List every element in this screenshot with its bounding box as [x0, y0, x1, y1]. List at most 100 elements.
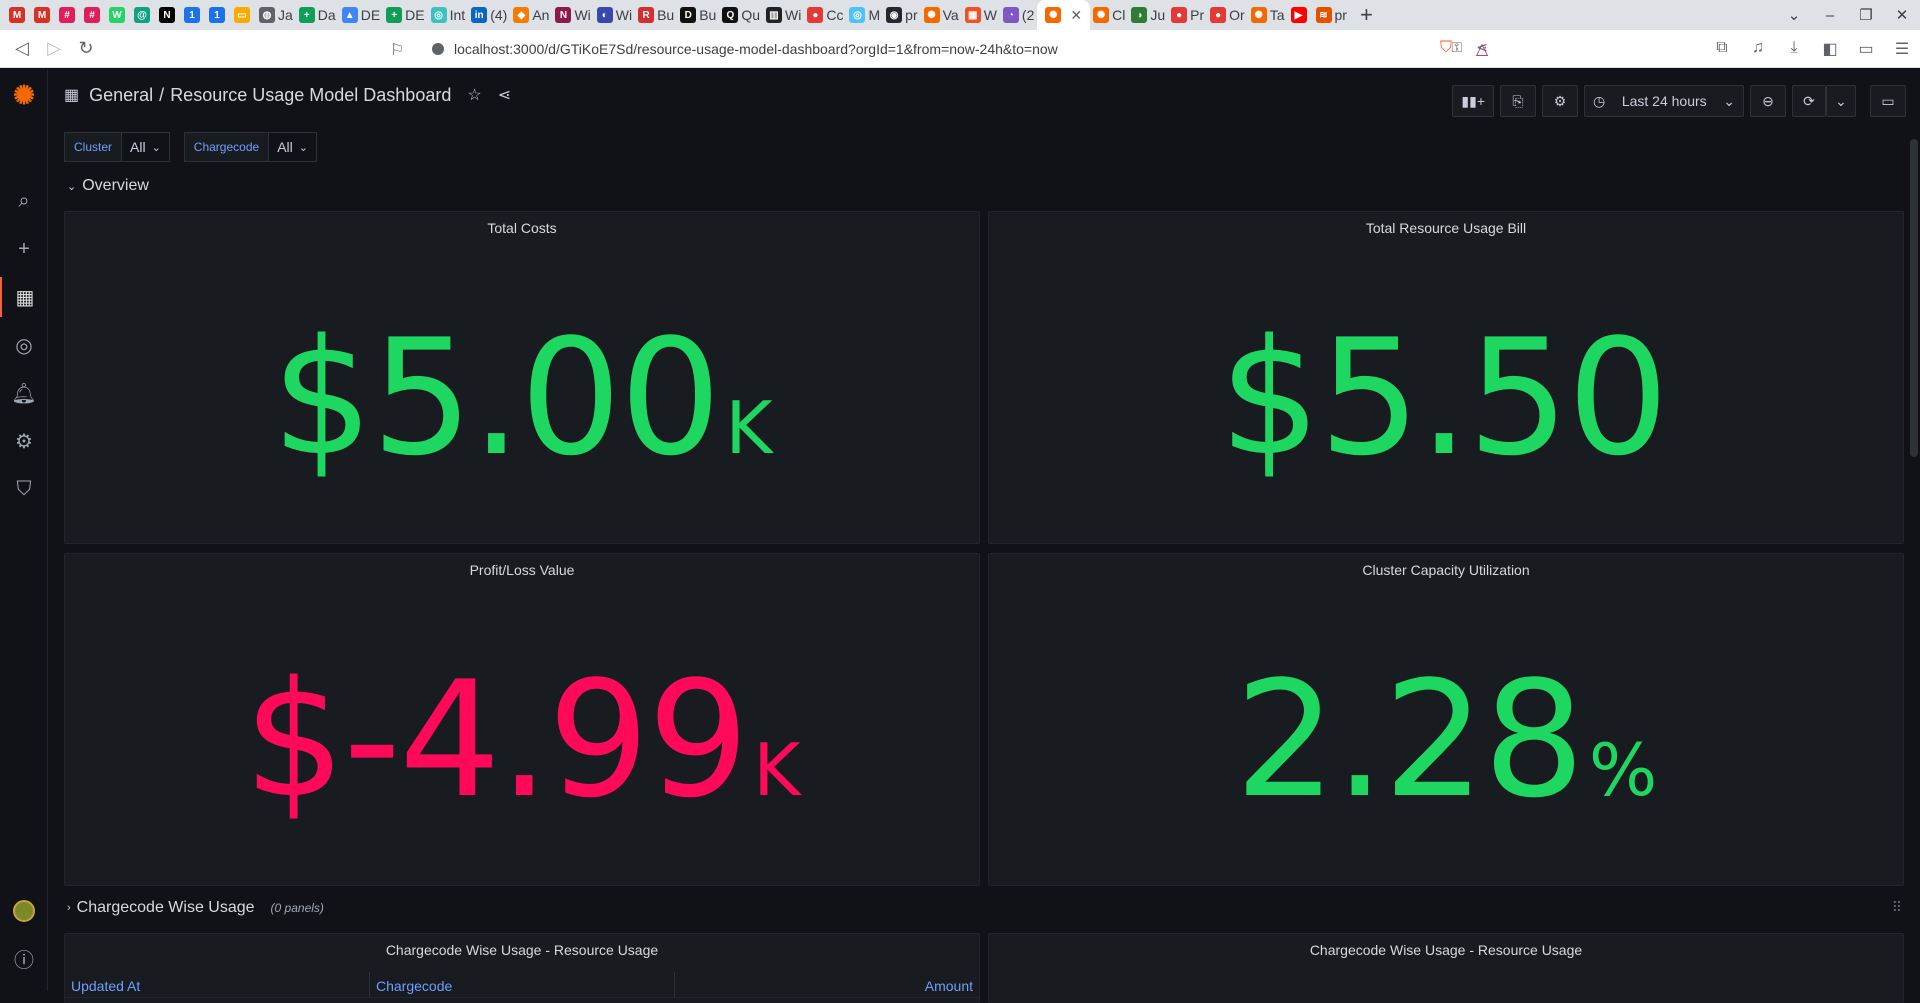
- browser-tab[interactable]: ✺ Ta: [1248, 0, 1288, 30]
- panel-profit-loss-value[interactable]: Profit/Loss Value $-4.99K: [64, 553, 980, 886]
- dashboards-icon[interactable]: ▦: [0, 277, 48, 317]
- browser-tab-active[interactable]: ✺ ✕: [1037, 0, 1091, 30]
- dashboard-title[interactable]: Resource Usage Model Dashboard: [170, 85, 451, 106]
- url-text[interactable]: localhost:3000/d/GTiKoE7Sd/resource-usag…: [454, 41, 1058, 57]
- help-icon[interactable]: ⓘ: [0, 938, 48, 978]
- browser-tab[interactable]: ▦ W: [962, 0, 1000, 30]
- menu-icon[interactable]: ☰: [1892, 39, 1912, 59]
- browser-tab[interactable]: ▶: [1288, 0, 1313, 30]
- back-icon[interactable]: ◁: [6, 38, 38, 59]
- browser-tab[interactable]: Q Qu: [719, 0, 763, 30]
- browser-tab[interactable]: ✺ Cl: [1090, 0, 1128, 30]
- minimize-icon[interactable]: –: [1812, 7, 1848, 24]
- breadcrumb-folder[interactable]: General: [89, 85, 153, 106]
- browser-tab[interactable]: ◐ Wi: [594, 0, 635, 30]
- variable-select-cluster[interactable]: All ⌄: [122, 132, 170, 162]
- panel-total-costs[interactable]: Total Costs $5.00K: [64, 211, 980, 544]
- browser-tab[interactable]: ◎ Int: [428, 0, 469, 30]
- bookmark-icon[interactable]: ⚐: [390, 40, 404, 60]
- grafana-logo-icon[interactable]: ✺: [0, 75, 48, 115]
- browser-tab[interactable]: ● Pr: [1168, 0, 1207, 30]
- browser-tab[interactable]: ◉ pr: [883, 0, 920, 30]
- variable-label-cluster: Cluster: [64, 132, 123, 162]
- column-header-amount[interactable]: Amount: [675, 972, 979, 997]
- server-admin-shield-icon[interactable]: ⛉: [0, 469, 48, 509]
- time-range-picker[interactable]: ◷ Last 24 hours ⌄: [1584, 85, 1744, 117]
- browser-tab[interactable]: #: [81, 0, 106, 30]
- reload-icon[interactable]: ↻: [70, 38, 102, 59]
- brave-shield-icon[interactable]: ⛉: [1436, 39, 1456, 59]
- browser-tab[interactable]: N Wi: [552, 0, 593, 30]
- browser-tab[interactable]: ▭: [231, 0, 256, 30]
- save-dashboard-button[interactable]: ⎘: [1500, 85, 1536, 117]
- browser-tab[interactable]: R Bu: [635, 0, 677, 30]
- maximize-icon[interactable]: ❐: [1848, 6, 1884, 24]
- cycle-view-mode-button[interactable]: ▭: [1870, 85, 1906, 117]
- browser-tab[interactable]: N: [156, 0, 181, 30]
- chevron-right-icon: ›: [67, 902, 71, 914]
- browser-tab[interactable]: ▥ Wi: [763, 0, 804, 30]
- browser-tab[interactable]: M: [6, 0, 31, 30]
- forward-icon[interactable]: ▷: [38, 38, 70, 59]
- browser-tab[interactable]: M: [31, 0, 56, 30]
- tab-search-icon[interactable]: ⌄: [1776, 6, 1812, 24]
- dashboard-settings-button[interactable]: ⚙: [1542, 85, 1578, 117]
- explore-icon[interactable]: ◎: [0, 325, 48, 365]
- browser-tab[interactable]: ● Cc: [804, 0, 846, 30]
- browser-tab[interactable]: 1: [206, 0, 231, 30]
- browser-tab[interactable]: D Bu: [677, 0, 719, 30]
- site-info-icon[interactable]: [432, 43, 444, 55]
- wallet-icon[interactable]: ▭: [1856, 39, 1876, 59]
- panel-usage-chart[interactable]: Chargecode Wise Usage - Resource Usage: [988, 933, 1904, 1003]
- browser-tab[interactable]: + Da: [296, 0, 339, 30]
- browser-tab[interactable]: ◔ (2: [1000, 0, 1037, 30]
- browser-tab[interactable]: ≋ pr: [1313, 0, 1350, 30]
- browser-tab[interactable]: 1: [181, 0, 206, 30]
- browser-tab[interactable]: @: [131, 0, 156, 30]
- close-tab-icon[interactable]: ✕: [1070, 7, 1082, 24]
- drag-handle-icon[interactable]: ⠿: [1892, 899, 1902, 916]
- browser-tab[interactable]: ● Or: [1207, 0, 1248, 30]
- address-bar[interactable]: localhost:3000/d/GTiKoE7Sd/resource-usag…: [420, 34, 1498, 64]
- column-header-updated-at[interactable]: Updated At: [65, 972, 370, 997]
- panel-usage-table[interactable]: Chargecode Wise Usage - Resource Usage U…: [64, 933, 980, 1003]
- browser-tab[interactable]: + DE: [383, 0, 427, 30]
- browser-tab[interactable]: ◑ Ju: [1128, 0, 1168, 30]
- user-avatar[interactable]: [0, 891, 48, 931]
- star-icon[interactable]: ☆: [467, 85, 481, 105]
- browser-tab[interactable]: ◆ An: [510, 0, 552, 30]
- create-icon[interactable]: +: [0, 229, 48, 269]
- zoom-out-button[interactable]: ⊖: [1750, 85, 1786, 117]
- search-icon[interactable]: ⌕: [0, 181, 48, 221]
- add-panel-button[interactable]: ▮▮+: [1452, 85, 1494, 117]
- close-window-icon[interactable]: ✕: [1884, 6, 1920, 24]
- browser-tab[interactable]: ▲ DE: [339, 0, 383, 30]
- browser-tab[interactable]: ✺ Va: [921, 0, 962, 30]
- browser-tab[interactable]: #: [56, 0, 81, 30]
- refresh-interval-button[interactable]: ⌄: [1826, 85, 1856, 117]
- panel-total-resource-usage-bill[interactable]: Total Resource Usage Bill $5.50: [988, 211, 1904, 544]
- brave-rewards-icon[interactable]: △: [1472, 39, 1492, 59]
- download-icon[interactable]: ⤓: [1784, 39, 1804, 59]
- tab-title: (4): [490, 7, 508, 23]
- dashboard-scrollbar[interactable]: [1910, 139, 1918, 457]
- variable-select-chargecode[interactable]: All ⌄: [269, 132, 317, 162]
- browser-tab[interactable]: in (4): [468, 0, 510, 30]
- refresh-button[interactable]: ⟳: [1792, 85, 1826, 117]
- share-icon[interactable]: ⋖: [498, 85, 511, 105]
- tab-favicon-icon: N: [159, 7, 175, 23]
- configuration-icon[interactable]: ⚙: [0, 421, 48, 461]
- row-overview[interactable]: ⌄ Overview: [67, 177, 149, 195]
- browser-tab[interactable]: ◎ M: [846, 0, 883, 30]
- panel-cluster-capacity-utilization[interactable]: Cluster Capacity Utilization 2.28%: [988, 553, 1904, 886]
- browser-tab[interactable]: ◍ Ja: [256, 0, 296, 30]
- browser-tab[interactable]: W: [106, 0, 131, 30]
- extensions-icon[interactable]: ⧉: [1712, 39, 1732, 59]
- row-chargecode-wise-usage[interactable]: › Chargecode Wise Usage (0 panels): [67, 899, 324, 917]
- sidebar-icon[interactable]: ◧: [1820, 39, 1840, 59]
- alerting-icon[interactable]: 🔔︎: [0, 373, 48, 413]
- column-header-chargecode[interactable]: Chargecode: [370, 972, 675, 997]
- new-tab-icon[interactable]: +: [1360, 2, 1373, 28]
- tab-favicon-icon: ◔: [1002, 7, 1019, 23]
- music-icon[interactable]: ♫: [1748, 39, 1768, 59]
